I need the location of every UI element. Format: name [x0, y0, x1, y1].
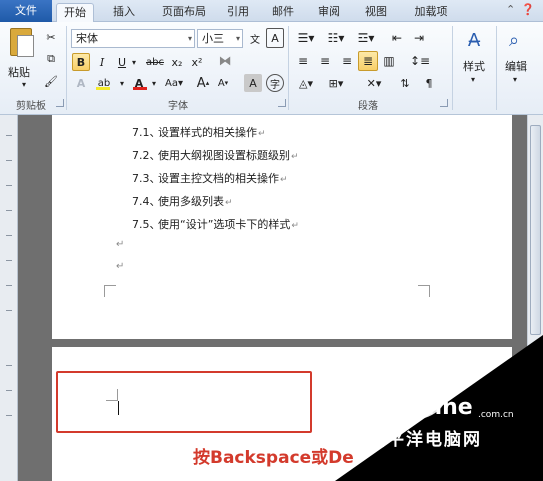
- align-right-icon[interactable]: ≡: [338, 51, 356, 71]
- font-launcher-icon[interactable]: [278, 99, 286, 107]
- text-cursor: [118, 401, 119, 415]
- toc-item: 7.3、设置主控文档的相关操作↵: [132, 172, 288, 185]
- line-spacing-icon[interactable]: ↕≡: [408, 51, 432, 71]
- borders-icon[interactable]: ⊞▾: [324, 74, 348, 92]
- margin-corner-mark: [418, 285, 430, 297]
- tab-home[interactable]: 开始: [56, 3, 94, 22]
- strikethrough-button[interactable]: abc: [144, 53, 166, 71]
- bold-button[interactable]: B: [72, 53, 90, 71]
- tab-references[interactable]: 引用: [220, 3, 256, 22]
- margin-corner-mark: [104, 285, 116, 297]
- styles-button[interactable]: 样式: [456, 58, 492, 74]
- find-binoculars-icon[interactable]: ⌕: [501, 28, 527, 54]
- char-border-icon[interactable]: A: [266, 28, 284, 48]
- copy-icon[interactable]: ⧉: [42, 50, 60, 68]
- paragraph-group-label: 段落: [358, 101, 378, 112]
- change-case-button[interactable]: Aa ▾: [162, 74, 186, 92]
- paragraph-mark: ↵: [116, 261, 125, 272]
- chevron-down-icon[interactable]: ▾: [510, 74, 520, 84]
- subscript-button[interactable]: x₂: [168, 53, 186, 71]
- ribbon: 粘贴 ▾ ✂ ⧉ 🖌 剪贴板 宋体 ▾ 小三 ▾ 文 A B I U ▾ abc x…: [0, 22, 543, 115]
- cut-icon[interactable]: ✂: [42, 28, 60, 46]
- minimize-ribbon-icon[interactable]: ⌃: [506, 3, 515, 16]
- ribbon-tab-bar: 文件 开始 插入 页面布局 引用 邮件 审阅 视图 加载项 ⌃ ❓: [0, 0, 543, 22]
- paste-button[interactable]: [6, 26, 36, 66]
- char-shading-button[interactable]: A: [244, 74, 262, 92]
- tab-page-layout[interactable]: 页面布局: [154, 3, 214, 22]
- scroll-thumb[interactable]: [530, 125, 541, 335]
- tab-insert[interactable]: 插入: [106, 3, 142, 22]
- grow-font-button[interactable]: A ▴: [194, 74, 212, 92]
- editing-button[interactable]: 编辑: [498, 58, 534, 74]
- chevron-down-icon[interactable]: ▾: [118, 74, 126, 92]
- chevron-down-icon: ▾: [187, 34, 192, 43]
- format-painter-icon[interactable]: 🖌: [42, 72, 60, 90]
- toc-item: 7.5、使用“设计”选项卡下的样式↵: [132, 218, 299, 231]
- bullets-icon[interactable]: ☰▾: [294, 28, 318, 48]
- numbering-icon[interactable]: ☷▾: [324, 28, 348, 48]
- shrink-font-button[interactable]: A ▾: [214, 74, 232, 92]
- align-left-icon[interactable]: ≡: [294, 51, 312, 71]
- vertical-ruler: [0, 115, 18, 481]
- help-icon[interactable]: ❓: [521, 3, 535, 16]
- font-size-select[interactable]: 小三 ▾: [197, 29, 243, 48]
- italic-button[interactable]: I: [94, 53, 110, 71]
- highlight-box: [56, 371, 312, 433]
- clipboard-launcher-icon[interactable]: [56, 99, 64, 107]
- chevron-down-icon[interactable]: ▾: [130, 53, 138, 71]
- file-tab[interactable]: 文件: [0, 0, 52, 22]
- text-effects-icon[interactable]: ⧓: [214, 51, 236, 71]
- font-name-select[interactable]: 宋体 ▾: [71, 29, 195, 48]
- document-page-1[interactable]: 7.1、设置样式的相关操作↵ 7.2、使用大纲视图设置标题级别↵ 7.3、设置主…: [52, 115, 512, 339]
- highlight-color-icon[interactable]: ab: [92, 74, 116, 92]
- toc-item: 7.2、使用大纲视图设置标题级别↵: [132, 149, 299, 162]
- toc-item: 7.4、使用多级列表↵: [132, 195, 233, 208]
- justify-icon[interactable]: ≣: [358, 51, 378, 71]
- toc-item: 7.1、设置样式的相关操作↵: [132, 126, 266, 139]
- increase-indent-icon[interactable]: ⇥: [410, 28, 428, 48]
- tab-addins[interactable]: 加载项: [407, 3, 455, 22]
- superscript-button[interactable]: x²: [188, 53, 206, 71]
- phonetic-guide-icon[interactable]: 文: [246, 28, 264, 48]
- paste-dropdown-icon[interactable]: ▾: [18, 78, 30, 90]
- show-marks-icon[interactable]: ¶: [420, 74, 438, 92]
- align-center-icon[interactable]: ≡: [316, 51, 334, 71]
- font-group-label: 字体: [168, 101, 188, 112]
- tab-mailings[interactable]: 邮件: [265, 3, 301, 22]
- text-effects-a-icon[interactable]: A: [72, 74, 90, 92]
- styles-icon[interactable]: A̶: [461, 28, 487, 54]
- chevron-down-icon[interactable]: ▾: [468, 74, 478, 84]
- shading-icon[interactable]: ◬▾: [294, 74, 318, 92]
- chevron-down-icon: ▾: [235, 34, 240, 43]
- watermark-domain: .com.cn: [478, 410, 514, 420]
- chinese-layout-icon[interactable]: ✕▾: [362, 74, 386, 92]
- tab-view[interactable]: 视图: [358, 3, 394, 22]
- clipboard-group-label: 剪贴板: [16, 101, 46, 112]
- tab-review[interactable]: 审阅: [311, 3, 347, 22]
- instruction-caption: 按Backspace或De: [193, 448, 354, 468]
- decrease-indent-icon[interactable]: ⇤: [388, 28, 406, 48]
- watermark-chinese: 太平洋电脑网: [368, 430, 482, 450]
- enclose-char-button[interactable]: 字: [266, 74, 284, 92]
- watermark-logo: PConline: [364, 395, 473, 420]
- chevron-down-icon[interactable]: ▾: [150, 74, 158, 92]
- distributed-icon[interactable]: ▥: [380, 51, 398, 71]
- sort-icon[interactable]: ⇅: [396, 74, 414, 92]
- multilevel-list-icon[interactable]: ☲▾: [354, 28, 378, 48]
- underline-button[interactable]: U: [114, 53, 130, 71]
- paragraph-mark: ↵: [116, 239, 125, 250]
- font-color-icon[interactable]: A: [130, 74, 148, 92]
- paragraph-launcher-icon[interactable]: [440, 99, 448, 107]
